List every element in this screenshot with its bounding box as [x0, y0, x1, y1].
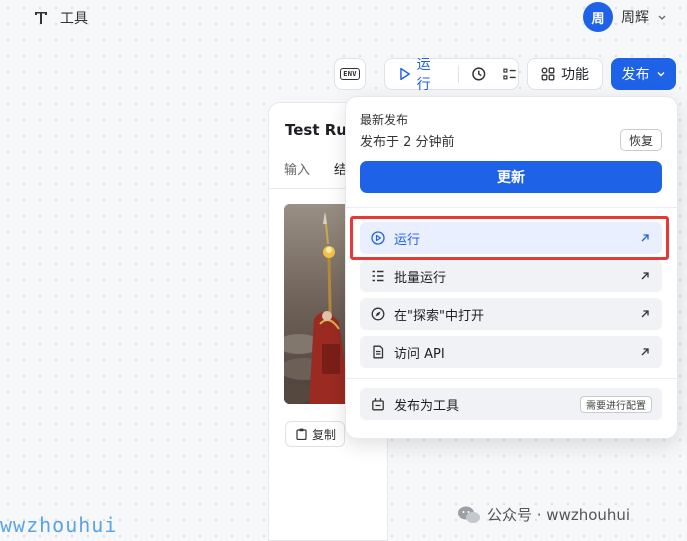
env-icon: ENV: [340, 68, 360, 80]
user-name[interactable]: 周辉: [621, 7, 649, 27]
tab-divider: [268, 188, 348, 189]
clipboard-icon: [296, 428, 307, 440]
restore-button[interactable]: 恢复: [620, 129, 662, 151]
update-button[interactable]: 更新: [360, 161, 662, 193]
menu-divider: [346, 378, 677, 379]
checklist-icon[interactable]: [502, 66, 518, 82]
copy-button[interactable]: 复制: [285, 421, 345, 447]
tool-icon: [35, 12, 47, 24]
copy-label: 复制: [312, 427, 337, 442]
menu-item-open-explore[interactable]: 在"探索"中打开: [360, 298, 662, 330]
watermark-left: wwzhouhui: [0, 513, 118, 537]
menu-item-label: 批量运行: [394, 270, 447, 286]
run-button-label[interactable]: 运行: [417, 54, 444, 94]
chevron-down-icon: [657, 72, 664, 77]
user-menu[interactable]: 周 周辉: [583, 2, 667, 32]
document-icon: [373, 345, 384, 359]
menu-item-access-api[interactable]: 访问 API: [360, 336, 662, 368]
grid-icon: [541, 67, 555, 81]
highlight-annotation: [350, 216, 669, 260]
play-icon: [400, 67, 410, 81]
brand[interactable]: 工具: [34, 9, 88, 27]
publish-button[interactable]: 发布: [611, 58, 676, 90]
env-button[interactable]: ENV: [334, 58, 366, 90]
toolbar-divider: [457, 65, 459, 83]
warrior-illustration: [284, 204, 350, 404]
brand-label: 工具: [60, 11, 88, 27]
menu-item-publish-as-tool[interactable]: 发布为工具 需要进行配置: [360, 388, 662, 420]
menu-item-label: 在"探索"中打开: [394, 308, 484, 324]
menu-item-batch-run[interactable]: 批量运行: [360, 260, 662, 292]
function-button[interactable]: 功能: [527, 58, 603, 90]
arrow-up-right-icon: [641, 310, 649, 318]
arrow-up-right-icon: [641, 272, 649, 280]
menu-divider: [346, 207, 677, 208]
toolbox-icon: [372, 398, 384, 411]
arrow-up-right-icon: [641, 348, 649, 356]
publish-time: 发布于 2 分钟前: [360, 135, 455, 150]
chevron-down-icon: [658, 15, 666, 20]
watermark-text: 公众号 · wwzhouhui: [487, 506, 631, 524]
latest-publish-label: 最新发布: [360, 113, 409, 127]
card-title: Test Ru: [285, 121, 347, 139]
list-icon: [372, 270, 384, 282]
menu-item-label: 访问 API: [394, 346, 445, 362]
menu-item-label: 发布为工具: [394, 398, 460, 414]
result-image: [284, 204, 350, 404]
compass-icon: [371, 307, 385, 321]
wechat-icon: [458, 506, 480, 523]
watermark-right: 公众号 · wwzhouhui: [457, 504, 630, 525]
tab-input[interactable]: 输入: [284, 159, 310, 178]
run-toolbar-group[interactable]: 运行: [384, 57, 519, 93]
avatar[interactable]: 周: [583, 2, 613, 32]
needs-config-badge: 需要进行配置: [580, 396, 652, 413]
publish-label: 发布: [621, 67, 650, 83]
function-label: 功能: [561, 67, 589, 83]
history-icon[interactable]: [471, 66, 487, 82]
